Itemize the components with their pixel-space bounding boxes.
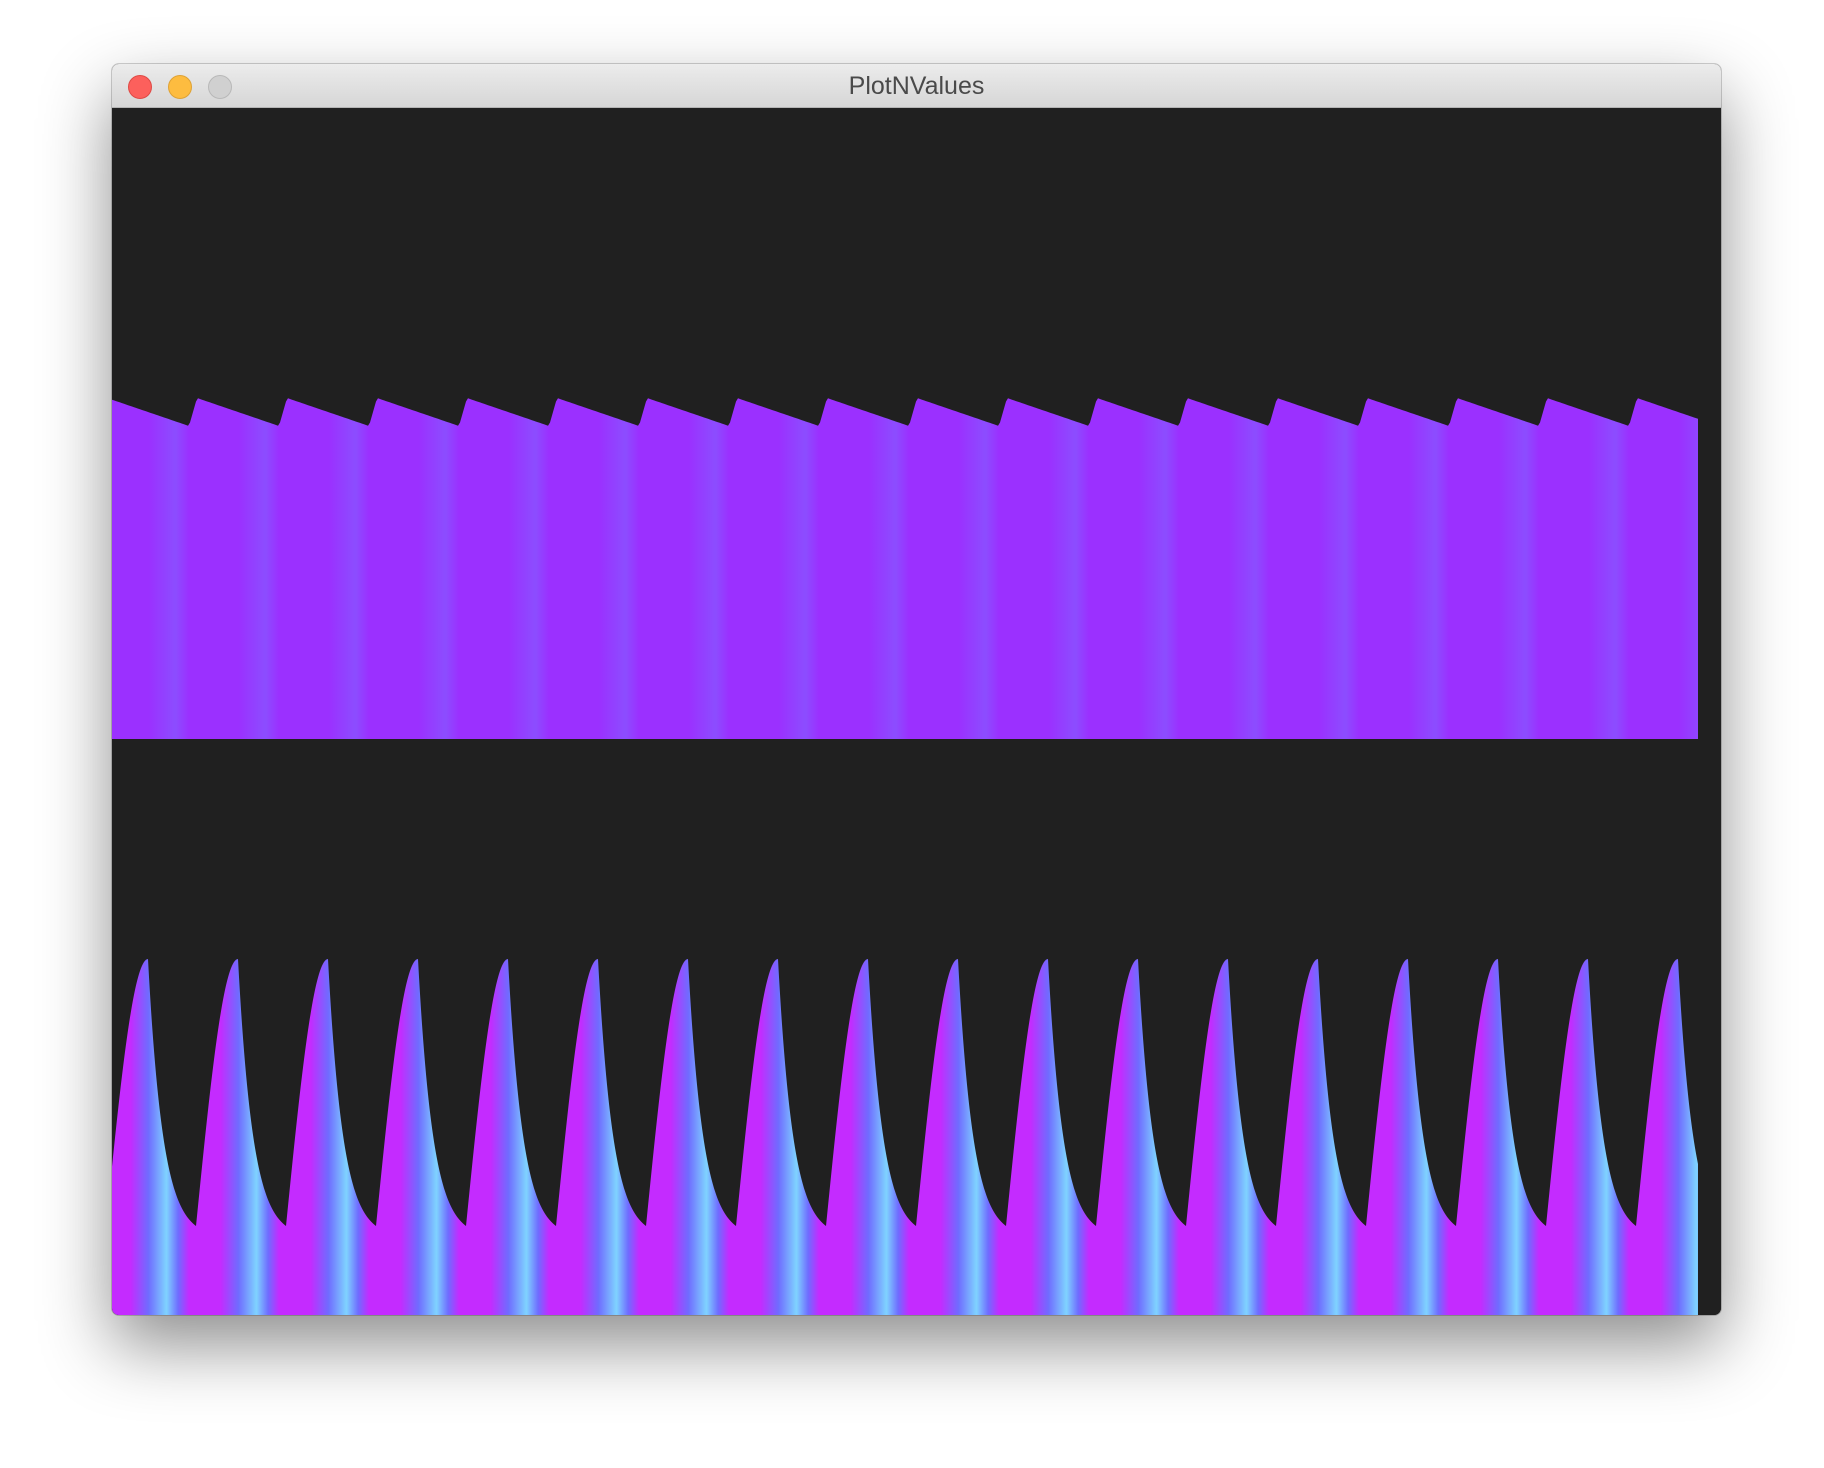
title-bar[interactable]: PlotNValues xyxy=(112,64,1721,108)
bottom-decay-waveform xyxy=(112,959,1698,1315)
window-title: PlotNValues xyxy=(848,72,985,100)
app-window: PlotNValues xyxy=(112,64,1721,1315)
plot-canvas xyxy=(112,108,1721,1315)
top-sawtooth-waveform xyxy=(112,398,1698,739)
plot-surface xyxy=(112,398,1698,1315)
